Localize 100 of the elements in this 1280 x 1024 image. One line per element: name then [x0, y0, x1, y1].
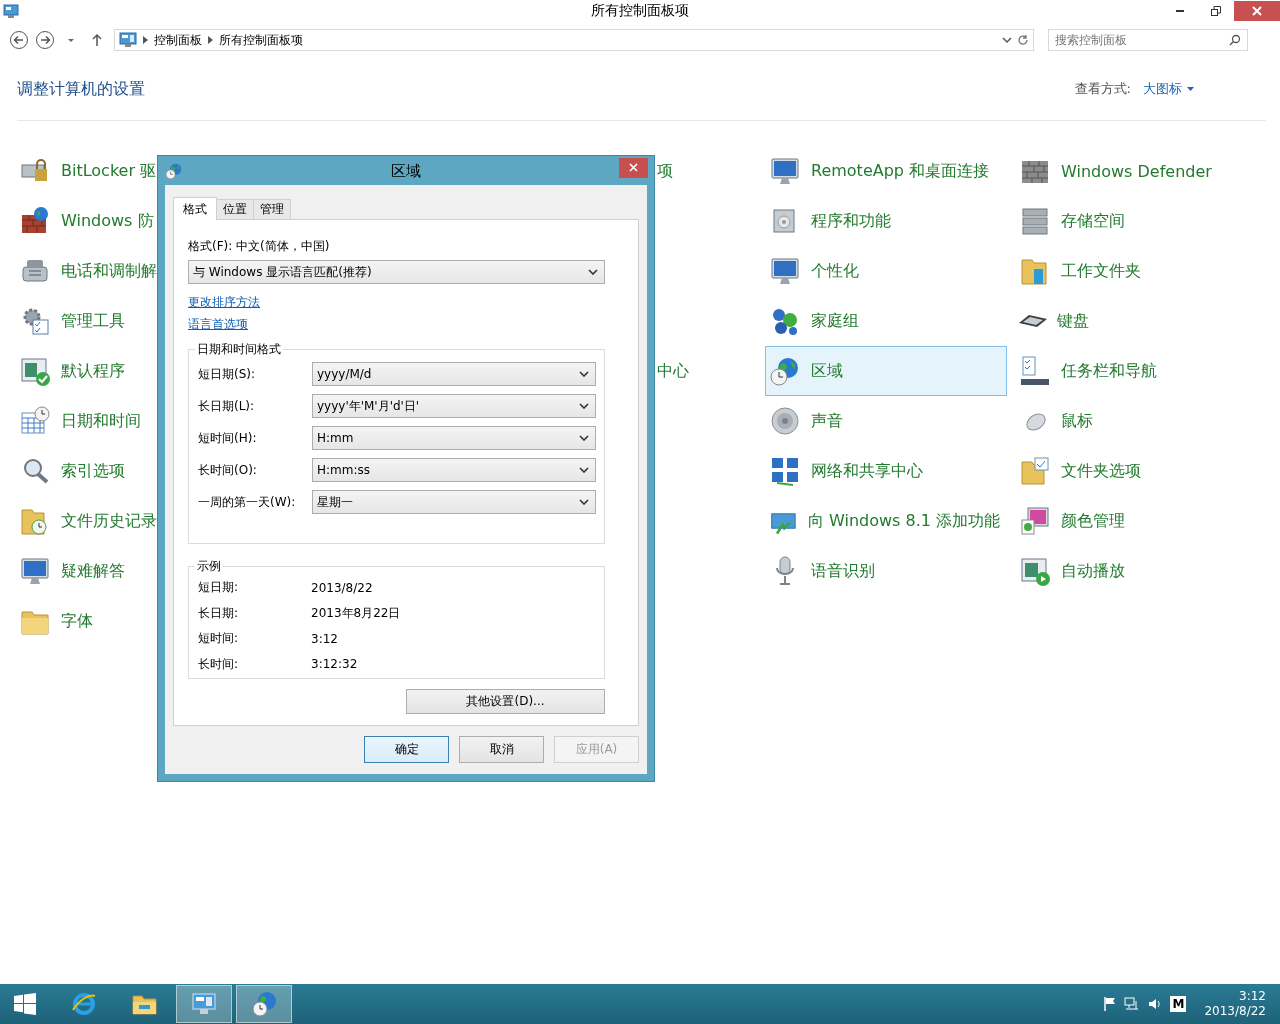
example-value: 2013/8/22 — [311, 580, 373, 595]
example-value: 3:12:32 — [311, 657, 358, 672]
format-dropdown[interactable]: yyyy'年'M'月'd'日' — [312, 394, 596, 418]
view-by-label: 查看方式: — [1074, 80, 1131, 98]
network-icon[interactable] — [1124, 997, 1141, 1011]
clock-time[interactable]: 3:12 — [1239, 989, 1266, 1004]
control-panel-item[interactable]: 自动播放 — [1015, 546, 1257, 596]
example-label: 长时间: — [198, 655, 240, 673]
window-title: 所有控制面板项 — [591, 2, 689, 20]
settings-link[interactable]: 更改排序方法 — [188, 294, 260, 311]
close-button[interactable] — [1234, 1, 1280, 21]
control-panel-link[interactable]: 中心 — [657, 360, 689, 382]
clock-date[interactable]: 2013/8/22 — [1204, 1004, 1266, 1019]
format-dropdown[interactable]: H:mm:ss — [312, 458, 596, 482]
field-label: 短日期(S): — [198, 365, 257, 383]
view-mode-dropdown[interactable]: 大图标 — [1143, 80, 1194, 98]
close-icon — [629, 163, 638, 172]
control-panel-item[interactable]: 向 Windows 8.1 添加功能 — [765, 496, 1007, 546]
close-icon — [1252, 6, 1262, 16]
breadcrumb-link[interactable]: 所有控制面板项 — [219, 31, 303, 49]
control-panel-icon — [3, 3, 19, 19]
settings-link[interactable]: 语言首选项 — [188, 316, 248, 333]
field-label: 长日期(L): — [198, 397, 256, 415]
control-panel-item[interactable]: 鼠标 — [1015, 396, 1257, 446]
dialog-button[interactable]: 确定 — [364, 736, 449, 763]
control-panel-item[interactable]: 声音 — [765, 396, 1007, 446]
dialog-title: 区域 — [391, 162, 421, 181]
format-dropdown[interactable]: yyyy/M/d — [312, 362, 596, 386]
format-label: 格式(F): 中文(简体，中国) — [188, 238, 331, 255]
flag-icon[interactable] — [1104, 997, 1117, 1011]
restore-icon — [1211, 6, 1221, 16]
close-button[interactable] — [619, 157, 648, 178]
field-label: 短时间(H): — [198, 429, 258, 447]
control-panel-item[interactable]: RemoteApp 和桌面连接 — [765, 146, 1007, 196]
format-dropdown[interactable]: 星期一 — [312, 490, 596, 514]
disk-stack-icon — [1019, 205, 1051, 237]
example-value: 2013年8月22日 — [311, 604, 401, 622]
globe-clock-icon — [250, 990, 278, 1018]
back-button[interactable] — [8, 29, 30, 51]
monitor-icon — [769, 155, 801, 187]
control-panel-item[interactable]: 文件夹选项 — [1015, 446, 1257, 496]
field-label: 长时间(O): — [198, 461, 258, 479]
control-panel-item[interactable]: 语音识别 — [765, 546, 1007, 596]
dialog-button[interactable]: 取消 — [459, 736, 544, 763]
caret-down-icon — [1187, 87, 1194, 91]
speaker-icon — [769, 405, 801, 437]
taskbar-app-button[interactable] — [236, 985, 292, 1023]
refresh-icon[interactable] — [1017, 34, 1029, 46]
format-dropdown[interactable]: H:mm — [312, 426, 596, 450]
example-label: 短时间: — [198, 630, 240, 648]
minimize-icon — [1176, 10, 1184, 12]
taskbar-app-button[interactable] — [176, 985, 232, 1023]
example-value: 3:12 — [311, 631, 338, 646]
example-label: 短日期: — [198, 579, 240, 597]
address-bar[interactable]: 控制面板 所有控制面板项 — [114, 29, 1034, 51]
control-panel-item[interactable]: 程序和功能 — [765, 196, 1007, 246]
control-panel-item[interactable]: 任务栏和导航 — [1015, 346, 1257, 396]
control-panel-link[interactable]: 项 — [657, 160, 673, 182]
checklist-icon — [1019, 355, 1051, 387]
control-panel-item[interactable]: 区域 — [765, 346, 1007, 396]
windows-logo-icon — [13, 992, 37, 1016]
monitor-icon — [769, 255, 801, 287]
folder-checklist-icon — [1019, 455, 1051, 487]
dropdown-caret-icon — [579, 499, 589, 505]
network-computers-icon — [769, 455, 801, 487]
dropdown-caret-icon — [579, 371, 589, 377]
dropdown-caret-icon — [588, 269, 598, 275]
control-panel-item[interactable]: 存储空间 — [1015, 196, 1257, 246]
caret-down-icon — [68, 38, 74, 42]
example-label: 长日期: — [198, 604, 240, 622]
control-panel-item[interactable]: 个性化 — [765, 246, 1007, 296]
monitor-color-icon — [1019, 505, 1051, 537]
chevron-right-icon — [208, 36, 213, 44]
breadcrumb-link[interactable]: 控制面板 — [154, 31, 202, 49]
control-panel-item[interactable]: Windows Defender — [1015, 146, 1257, 196]
chevron-right-icon — [143, 36, 148, 44]
forward-button[interactable] — [34, 29, 56, 51]
dropdown-caret-icon[interactable] — [1001, 34, 1013, 46]
input-method-indicator[interactable]: M — [1170, 996, 1187, 1012]
dropdown-caret-icon — [579, 467, 589, 473]
tab[interactable]: 格式 — [173, 197, 217, 220]
control-panel-item[interactable]: 工作文件夹 — [1015, 246, 1257, 296]
globe-clock-icon — [165, 161, 183, 180]
control-panel-item[interactable]: 网络和共享中心 — [765, 446, 1007, 496]
page-heading: 调整计算机的设置 — [17, 78, 145, 100]
format-dropdown[interactable]: 与 Windows 显示语言匹配(推荐) — [188, 260, 605, 284]
browser-e-icon — [70, 990, 98, 1018]
tab[interactable]: 管理 — [253, 199, 291, 219]
additional-settings-button[interactable]: 其他设置(D)... — [406, 689, 605, 714]
control-panel-item[interactable]: 家庭组 — [765, 296, 1007, 346]
control-panel-item[interactable]: 颜色管理 — [1015, 496, 1257, 546]
tab[interactable]: 位置 — [216, 199, 254, 219]
calendar-clock-icon — [19, 405, 51, 437]
field-label: 一周的第一天(W): — [198, 493, 297, 511]
speaker-icon[interactable] — [1148, 997, 1163, 1011]
control-panel-icon — [119, 32, 137, 48]
search-field[interactable]: 搜索控制面板 — [1048, 29, 1248, 51]
dropdown-caret-icon — [579, 435, 589, 441]
window-check-icon — [19, 355, 51, 387]
control-panel-item[interactable]: 键盘 — [1015, 296, 1257, 346]
